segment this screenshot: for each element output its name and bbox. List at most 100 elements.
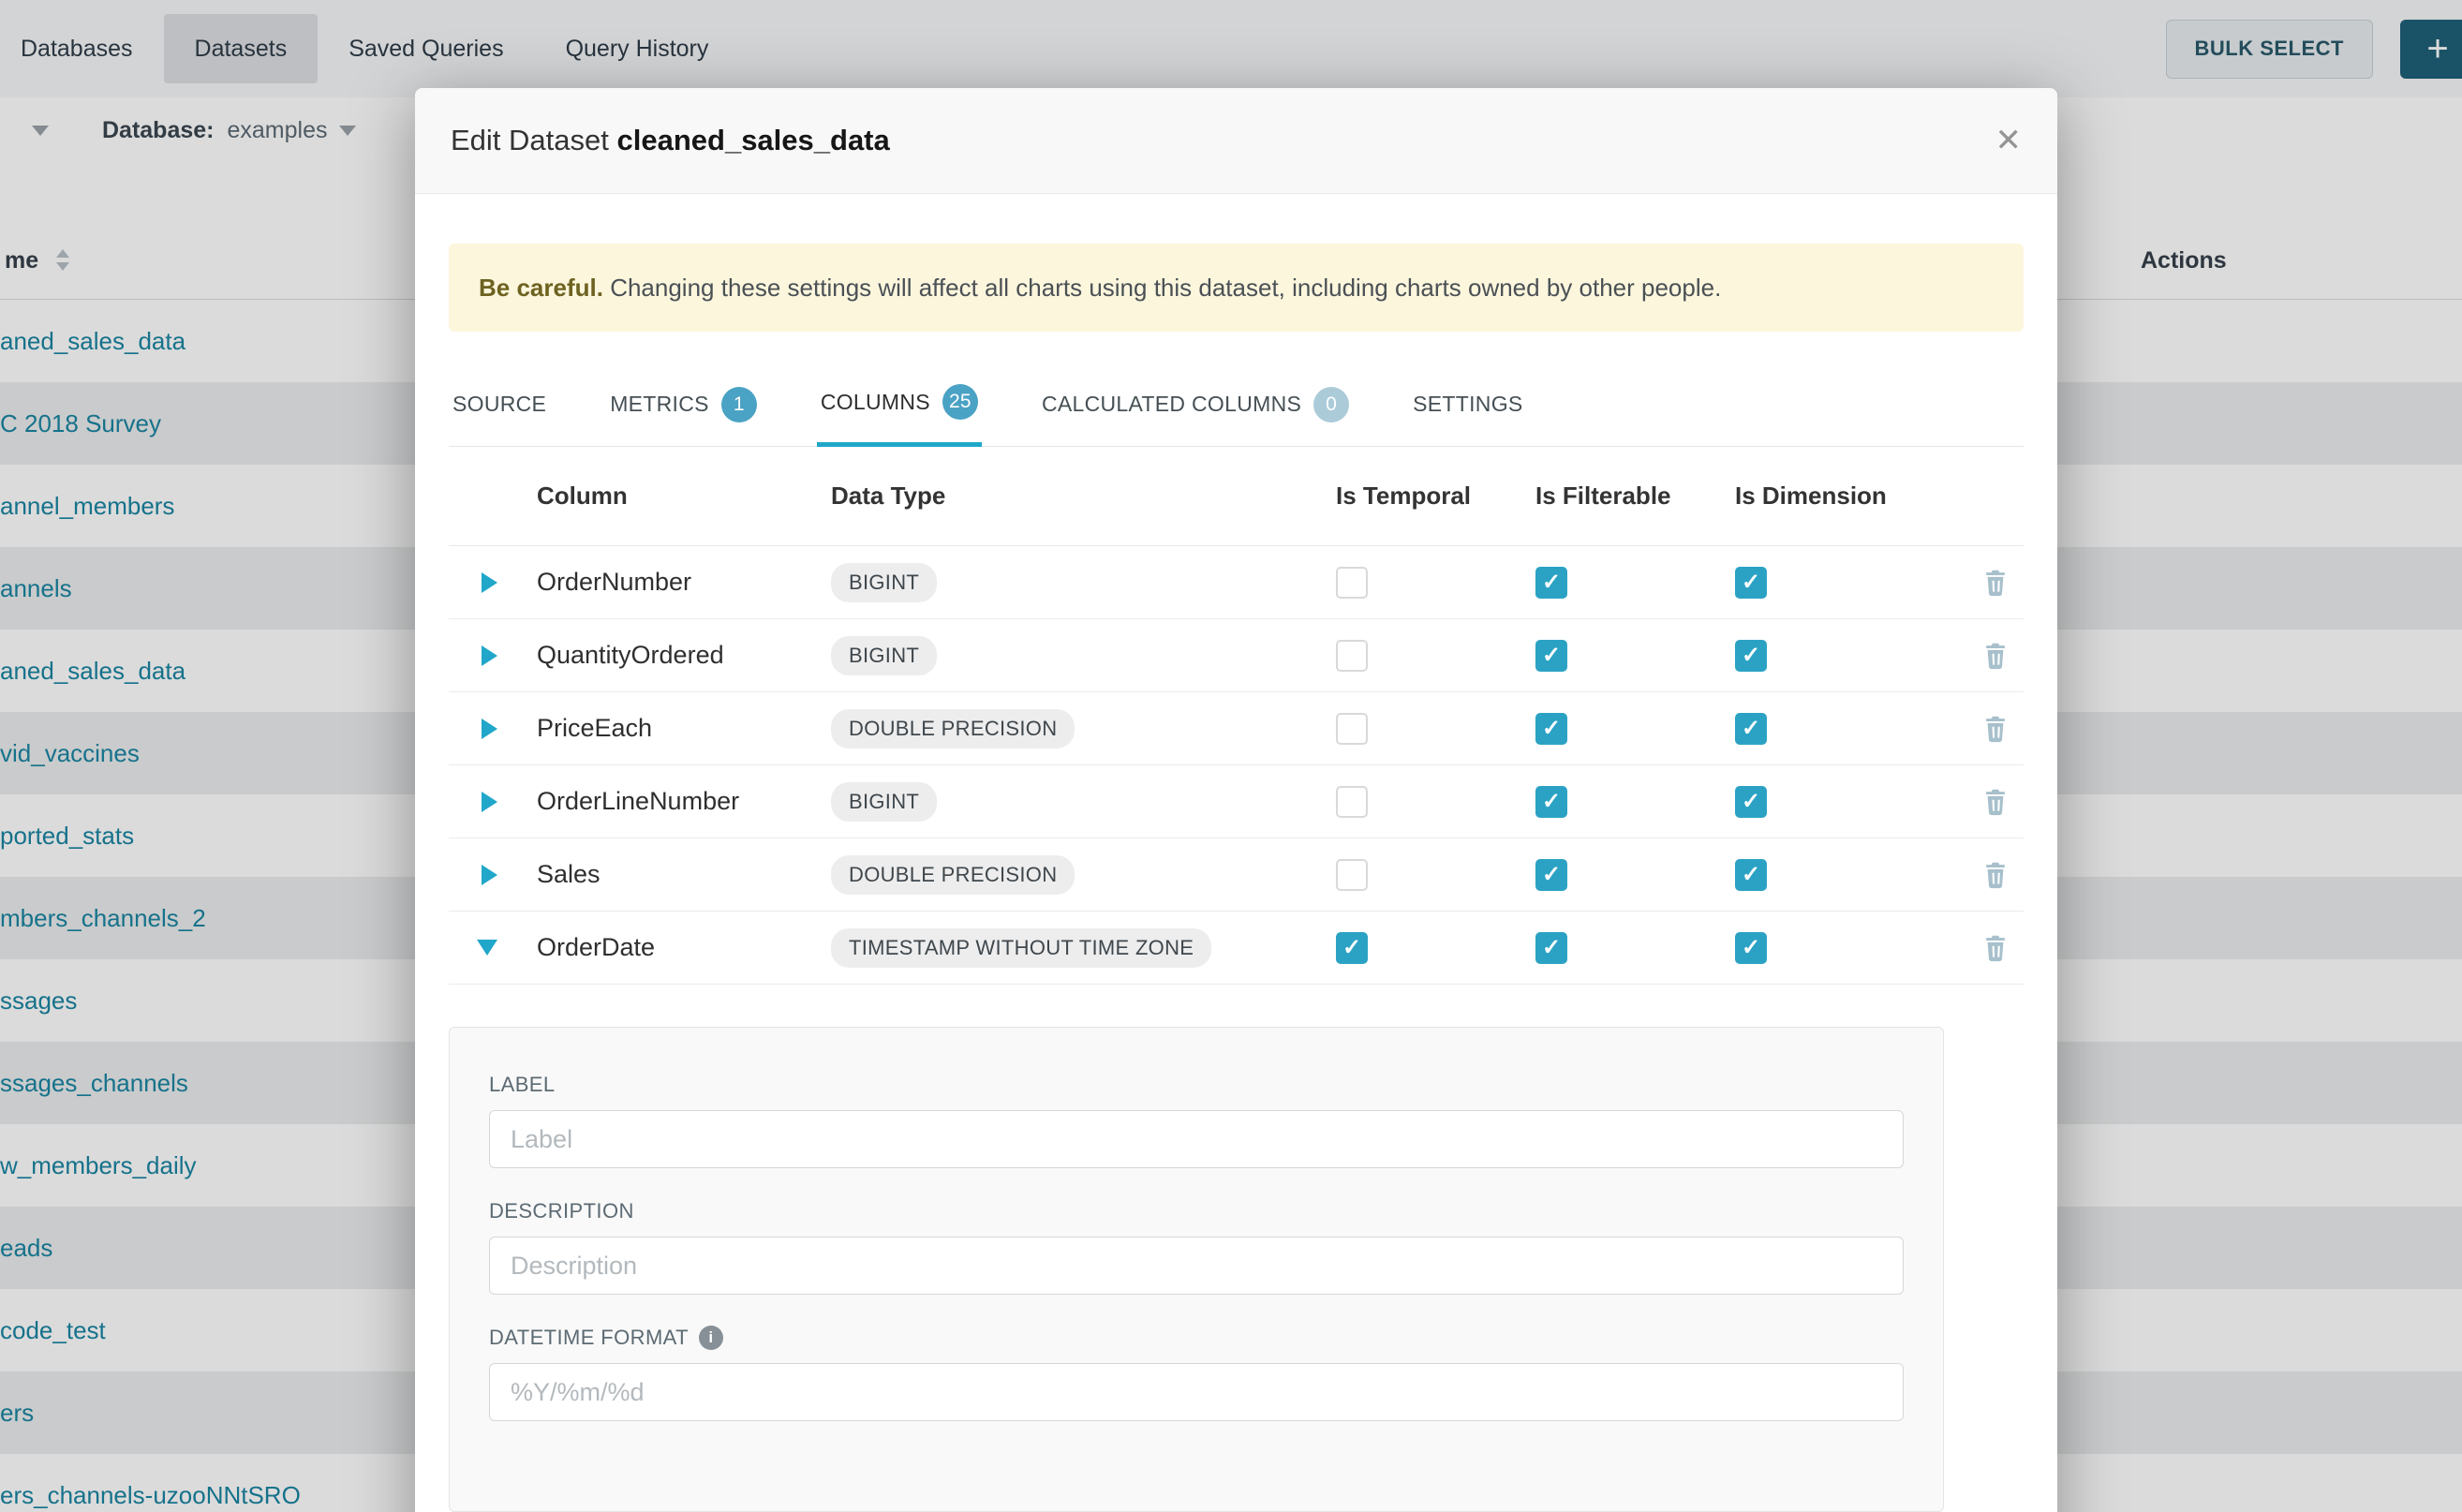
tab-count-badge: 25	[942, 384, 978, 420]
checkbox-cell	[1336, 640, 1535, 672]
column-name: OrderNumber	[503, 568, 831, 597]
edit-dataset-modal: Edit Dataset cleaned_sales_data ✕ Be car…	[415, 88, 2057, 1512]
checkbox-cell: ✓	[1535, 567, 1735, 599]
warning-bold: Be careful.	[479, 274, 603, 302]
datetime-format-field: DATETIME FORMAT i	[489, 1326, 1904, 1421]
is-dimension-checkbox[interactable]: ✓	[1735, 567, 1767, 599]
datetime-format-field-label: DATETIME FORMAT i	[489, 1326, 1904, 1350]
data-type-pill: BIGINT	[831, 782, 937, 822]
checkbox-cell: ✓	[1535, 786, 1735, 818]
is-dimension-checkbox[interactable]: ✓	[1735, 713, 1767, 745]
delete-column-icon[interactable]	[1972, 860, 2024, 890]
checkbox-cell: ✓	[1735, 932, 1935, 964]
datetime-format-input[interactable]	[489, 1363, 1904, 1421]
modal-tabs: SOURCE METRICS1 COLUMNS 25 CALCULATED COLUMN…	[449, 365, 2024, 447]
column-row: SalesDOUBLE PRECISION ✓ ✓	[449, 838, 2024, 912]
datetime-format-label-text: DATETIME FORMAT	[489, 1326, 689, 1350]
expand-row-icon[interactable]	[482, 572, 497, 593]
tab-metrics[interactable]: METRICS1	[606, 365, 761, 447]
tab-count-badge: 1	[721, 387, 757, 422]
info-icon[interactable]: i	[699, 1326, 723, 1350]
tab-calculated-columns[interactable]: CALCULATED COLUMNS0	[1038, 365, 1353, 447]
is-temporal-checkbox[interactable]	[1336, 567, 1368, 599]
column-header-is-dimension: Is Dimension	[1735, 482, 1935, 511]
is-temporal-checkbox[interactable]: ✓	[1336, 932, 1368, 964]
column-header-column: Column	[503, 482, 831, 511]
tab-columns[interactable]: COLUMNS 25	[817, 365, 982, 447]
label-input[interactable]	[489, 1110, 1904, 1168]
expand-row-icon[interactable]	[482, 865, 497, 885]
delete-column-icon[interactable]	[1972, 641, 2024, 671]
checkbox-cell: ✓	[1336, 932, 1535, 964]
column-header-data-type: Data Type	[831, 482, 1336, 511]
checkbox-cell	[1336, 713, 1535, 745]
delete-column-icon[interactable]	[1972, 787, 2024, 817]
is-dimension-checkbox[interactable]: ✓	[1735, 640, 1767, 672]
is-filterable-checkbox[interactable]: ✓	[1535, 932, 1567, 964]
expand-cell	[449, 645, 503, 666]
checkbox-cell: ✓	[1535, 640, 1735, 672]
screen: DatabasesDatasetsSaved QueriesQuery Hist…	[0, 0, 2462, 1512]
is-filterable-checkbox[interactable]: ✓	[1535, 640, 1567, 672]
is-filterable-checkbox[interactable]: ✓	[1535, 786, 1567, 818]
column-name: Sales	[503, 860, 831, 889]
delete-column-icon[interactable]	[1972, 568, 2024, 598]
column-row: PriceEachDOUBLE PRECISION✓✓	[449, 692, 2024, 765]
tab-settings[interactable]: SETTINGS	[1409, 365, 1526, 447]
checkbox-cell	[1336, 859, 1535, 891]
expand-row-icon[interactable]	[482, 645, 497, 666]
modal-body: Be careful. Changing these settings will…	[415, 244, 2057, 1512]
expand-row-icon[interactable]	[482, 719, 497, 739]
label-field: LABEL	[489, 1073, 1904, 1168]
delete-column-icon[interactable]	[1972, 933, 2024, 963]
tab-label: SOURCE	[452, 392, 546, 417]
label-field-label: LABEL	[489, 1073, 1904, 1097]
data-type-pill: BIGINT	[831, 563, 937, 602]
is-dimension-checkbox[interactable]: ✓	[1735, 786, 1767, 818]
is-filterable-checkbox[interactable]: ✓	[1535, 859, 1567, 891]
column-row: OrderLineNumberBIGINT ✓ ✓	[449, 765, 2024, 838]
columns-table-header: ColumnData TypeIs TemporalIs FilterableI…	[449, 447, 2024, 546]
columns-rows: OrderNumberBIGINT✓✓QuantityOrderedBIGINT…	[449, 546, 2024, 985]
column-name: OrderDate	[503, 933, 831, 962]
data-type-pill: BIGINT	[831, 636, 937, 675]
modal-title-prefix: Edit Dataset	[451, 124, 609, 156]
checkbox-cell	[1336, 786, 1535, 818]
data-type-pill: DOUBLE PRECISION	[831, 709, 1075, 749]
description-input[interactable]	[489, 1237, 1904, 1295]
is-dimension-checkbox[interactable]: ✓	[1735, 859, 1767, 891]
expand-cell	[449, 572, 503, 593]
is-filterable-checkbox[interactable]: ✓	[1535, 567, 1567, 599]
is-temporal-checkbox[interactable]	[1336, 713, 1368, 745]
checkbox-cell	[1336, 567, 1535, 599]
column-header-is-filterable: Is Filterable	[1535, 482, 1735, 511]
expand-cell	[449, 940, 503, 956]
column-header-is-temporal: Is Temporal	[1336, 482, 1535, 511]
checkbox-cell: ✓	[1735, 567, 1935, 599]
tab-count-badge: 0	[1313, 387, 1349, 422]
delete-column-icon[interactable]	[1972, 714, 2024, 744]
column-row: OrderNumberBIGINT ✓ ✓	[449, 546, 2024, 619]
expand-row-icon[interactable]	[482, 792, 497, 812]
expand-cell	[449, 792, 503, 812]
checkbox-cell: ✓	[1535, 859, 1735, 891]
is-dimension-checkbox[interactable]: ✓	[1735, 932, 1767, 964]
is-temporal-checkbox[interactable]	[1336, 640, 1368, 672]
tab-source[interactable]: SOURCE	[449, 365, 550, 447]
modal-title-dataset-name: cleaned_sales_data	[617, 124, 890, 156]
tab-label: COLUMNS	[821, 390, 930, 415]
is-filterable-checkbox[interactable]: ✓	[1535, 713, 1567, 745]
type-cell: TIMESTAMP WITHOUT TIME ZONE	[831, 928, 1336, 968]
warning-banner: Be careful. Changing these settings will…	[449, 244, 2024, 332]
collapse-row-icon[interactable]	[477, 940, 497, 956]
column-row: QuantityOrderedBIGINT✓✓	[449, 619, 2024, 692]
description-field-label: DESCRIPTION	[489, 1199, 1904, 1223]
description-field: DESCRIPTION	[489, 1199, 1904, 1295]
type-cell: BIGINT	[831, 563, 1336, 602]
close-icon[interactable]: ✕	[1995, 125, 2023, 156]
is-temporal-checkbox[interactable]	[1336, 859, 1368, 891]
column-name: OrderLineNumber	[503, 787, 831, 816]
data-type-pill: DOUBLE PRECISION	[831, 855, 1075, 895]
column-row: OrderDateTIMESTAMP WITHOUT TIME ZONE✓✓✓	[449, 912, 2024, 985]
is-temporal-checkbox[interactable]	[1336, 786, 1368, 818]
